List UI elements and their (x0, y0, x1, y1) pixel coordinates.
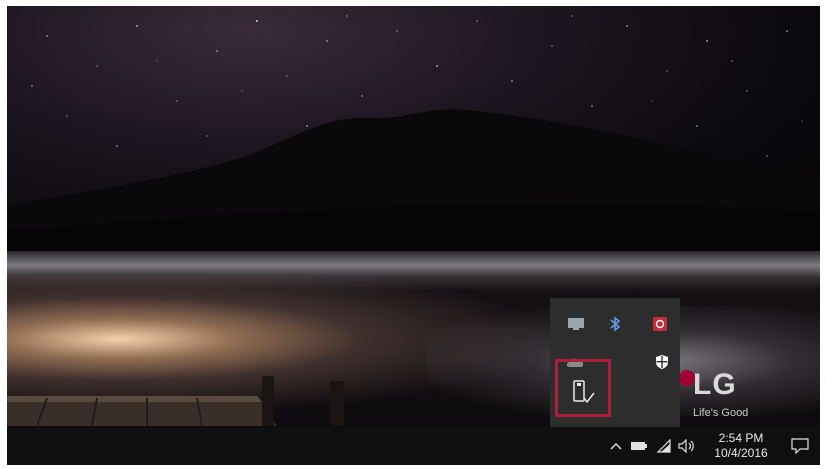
bluetooth-icon[interactable] (603, 312, 627, 336)
desktop-screen: LG Life's Good 2:54 PM 10/4/2016 (7, 6, 820, 465)
battery-icon[interactable] (629, 437, 649, 455)
lg-tagline: Life's Good (693, 407, 749, 419)
taskbar: 2:54 PM 10/4/2016 (7, 427, 820, 465)
action-center-icon[interactable] (790, 437, 810, 455)
wallpaper-mountains (7, 109, 820, 266)
display-icon[interactable] (564, 312, 588, 336)
volume-icon[interactable] (677, 437, 697, 455)
clock-time: 2:54 PM (718, 431, 764, 445)
wifi-icon[interactable] (655, 437, 673, 455)
usb-icon-highlight-box (555, 359, 611, 417)
taskbar-clock[interactable]: 2:54 PM 10/4/2016 (712, 431, 770, 461)
defender-shield-icon[interactable] (650, 350, 674, 374)
security-app-icon[interactable] (648, 312, 672, 336)
lg-logo-text: LG (693, 368, 737, 401)
chevron-up-icon[interactable] (609, 437, 623, 455)
clock-date: 10/4/2016 (714, 446, 768, 460)
